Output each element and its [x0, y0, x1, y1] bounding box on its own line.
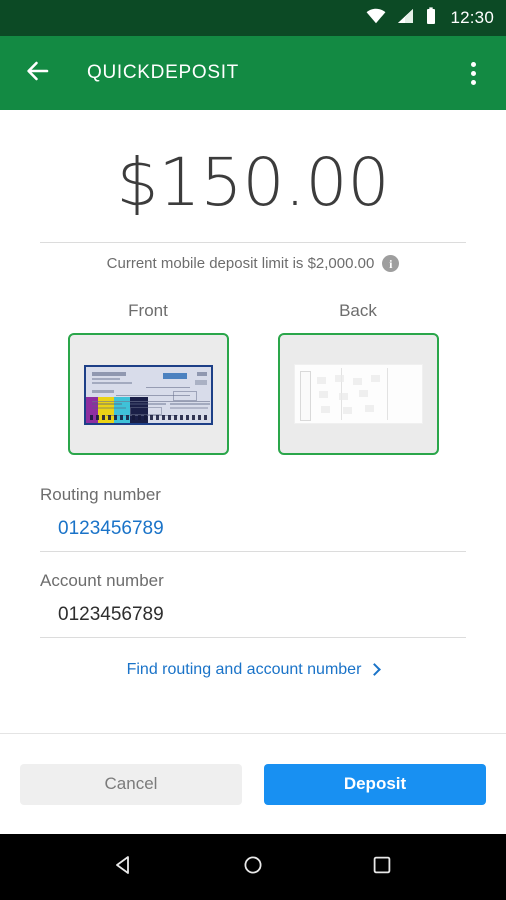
- check-micr-line: [90, 415, 208, 420]
- check-front-image: [84, 365, 213, 425]
- check-endorsement-text: For Deposit To Savings Only Account: [394, 364, 420, 367]
- account-number-label: Account number: [40, 571, 466, 591]
- page-title: QUICKDEPOSIT: [87, 62, 456, 84]
- back-button[interactable]: [22, 56, 56, 90]
- account-number-input[interactable]: 0123456789: [40, 604, 466, 637]
- check-back-image: For Deposit To Savings Only Account: [294, 364, 423, 424]
- app-bar: QUICKDEPOSIT: [0, 36, 506, 110]
- nav-recents-icon: [371, 854, 393, 881]
- check-back-column: Back: [276, 301, 441, 455]
- amount-section: $150.00 Current mobile deposit limit is …: [0, 110, 506, 272]
- status-bar-icons: 12:30: [366, 7, 494, 30]
- overflow-dot: [471, 80, 476, 85]
- routing-number-label: Routing number: [40, 485, 466, 505]
- routing-number-underline: [40, 551, 466, 552]
- overflow-menu-icon[interactable]: [456, 56, 490, 90]
- nav-recents-button[interactable]: [362, 847, 402, 887]
- amount-underline: [40, 242, 466, 243]
- check-front-label: Front: [128, 301, 168, 321]
- action-bar: Cancel Deposit: [0, 733, 506, 834]
- nav-back-icon: [113, 854, 135, 881]
- deposit-form: $150.00 Current mobile deposit limit is …: [0, 110, 506, 733]
- account-fields: Routing number 0123456789 Account number…: [0, 485, 506, 679]
- overflow-dot: [471, 71, 476, 76]
- chevron-right-icon: [369, 663, 382, 676]
- account-number-field[interactable]: Account number 0123456789: [40, 571, 466, 638]
- check-endorsement-strip: [300, 371, 311, 421]
- overflow-dot: [471, 62, 476, 67]
- battery-icon: [426, 7, 436, 30]
- status-bar: 12:30: [0, 0, 506, 36]
- check-front-thumbnail[interactable]: [68, 333, 229, 455]
- deposit-amount[interactable]: $150.00: [0, 150, 506, 216]
- check-front-column: Front: [66, 301, 231, 455]
- status-bar-clock: 12:30: [450, 8, 494, 28]
- routing-number-input[interactable]: 0123456789: [40, 518, 466, 551]
- check-back-label: Back: [339, 301, 377, 321]
- nav-back-button[interactable]: [104, 847, 144, 887]
- routing-number-field[interactable]: Routing number 0123456789: [40, 485, 466, 552]
- check-images-row: Front: [0, 301, 506, 455]
- find-routing-account-link[interactable]: Find routing and account number: [40, 661, 466, 679]
- find-routing-account-label: Find routing and account number: [127, 661, 362, 679]
- nav-home-icon: [242, 854, 264, 881]
- cancel-button[interactable]: Cancel: [20, 764, 242, 805]
- android-nav-bar: [0, 834, 506, 900]
- back-arrow-icon: [26, 60, 52, 87]
- check-back-thumbnail[interactable]: For Deposit To Savings Only Account: [278, 333, 439, 455]
- deposit-limit-text: Current mobile deposit limit is $2,000.0…: [107, 255, 375, 272]
- cellular-signal-icon: [397, 8, 415, 29]
- wifi-icon: [366, 8, 386, 29]
- deposit-button[interactable]: Deposit: [264, 764, 486, 805]
- deposit-limit-row: Current mobile deposit limit is $2,000.0…: [0, 255, 506, 272]
- account-number-underline: [40, 637, 466, 638]
- app-screen: 12:30 QUICKDEPOSIT $150.00 Current mobil…: [0, 0, 506, 900]
- info-icon[interactable]: i: [382, 255, 399, 272]
- nav-home-button[interactable]: [233, 847, 273, 887]
